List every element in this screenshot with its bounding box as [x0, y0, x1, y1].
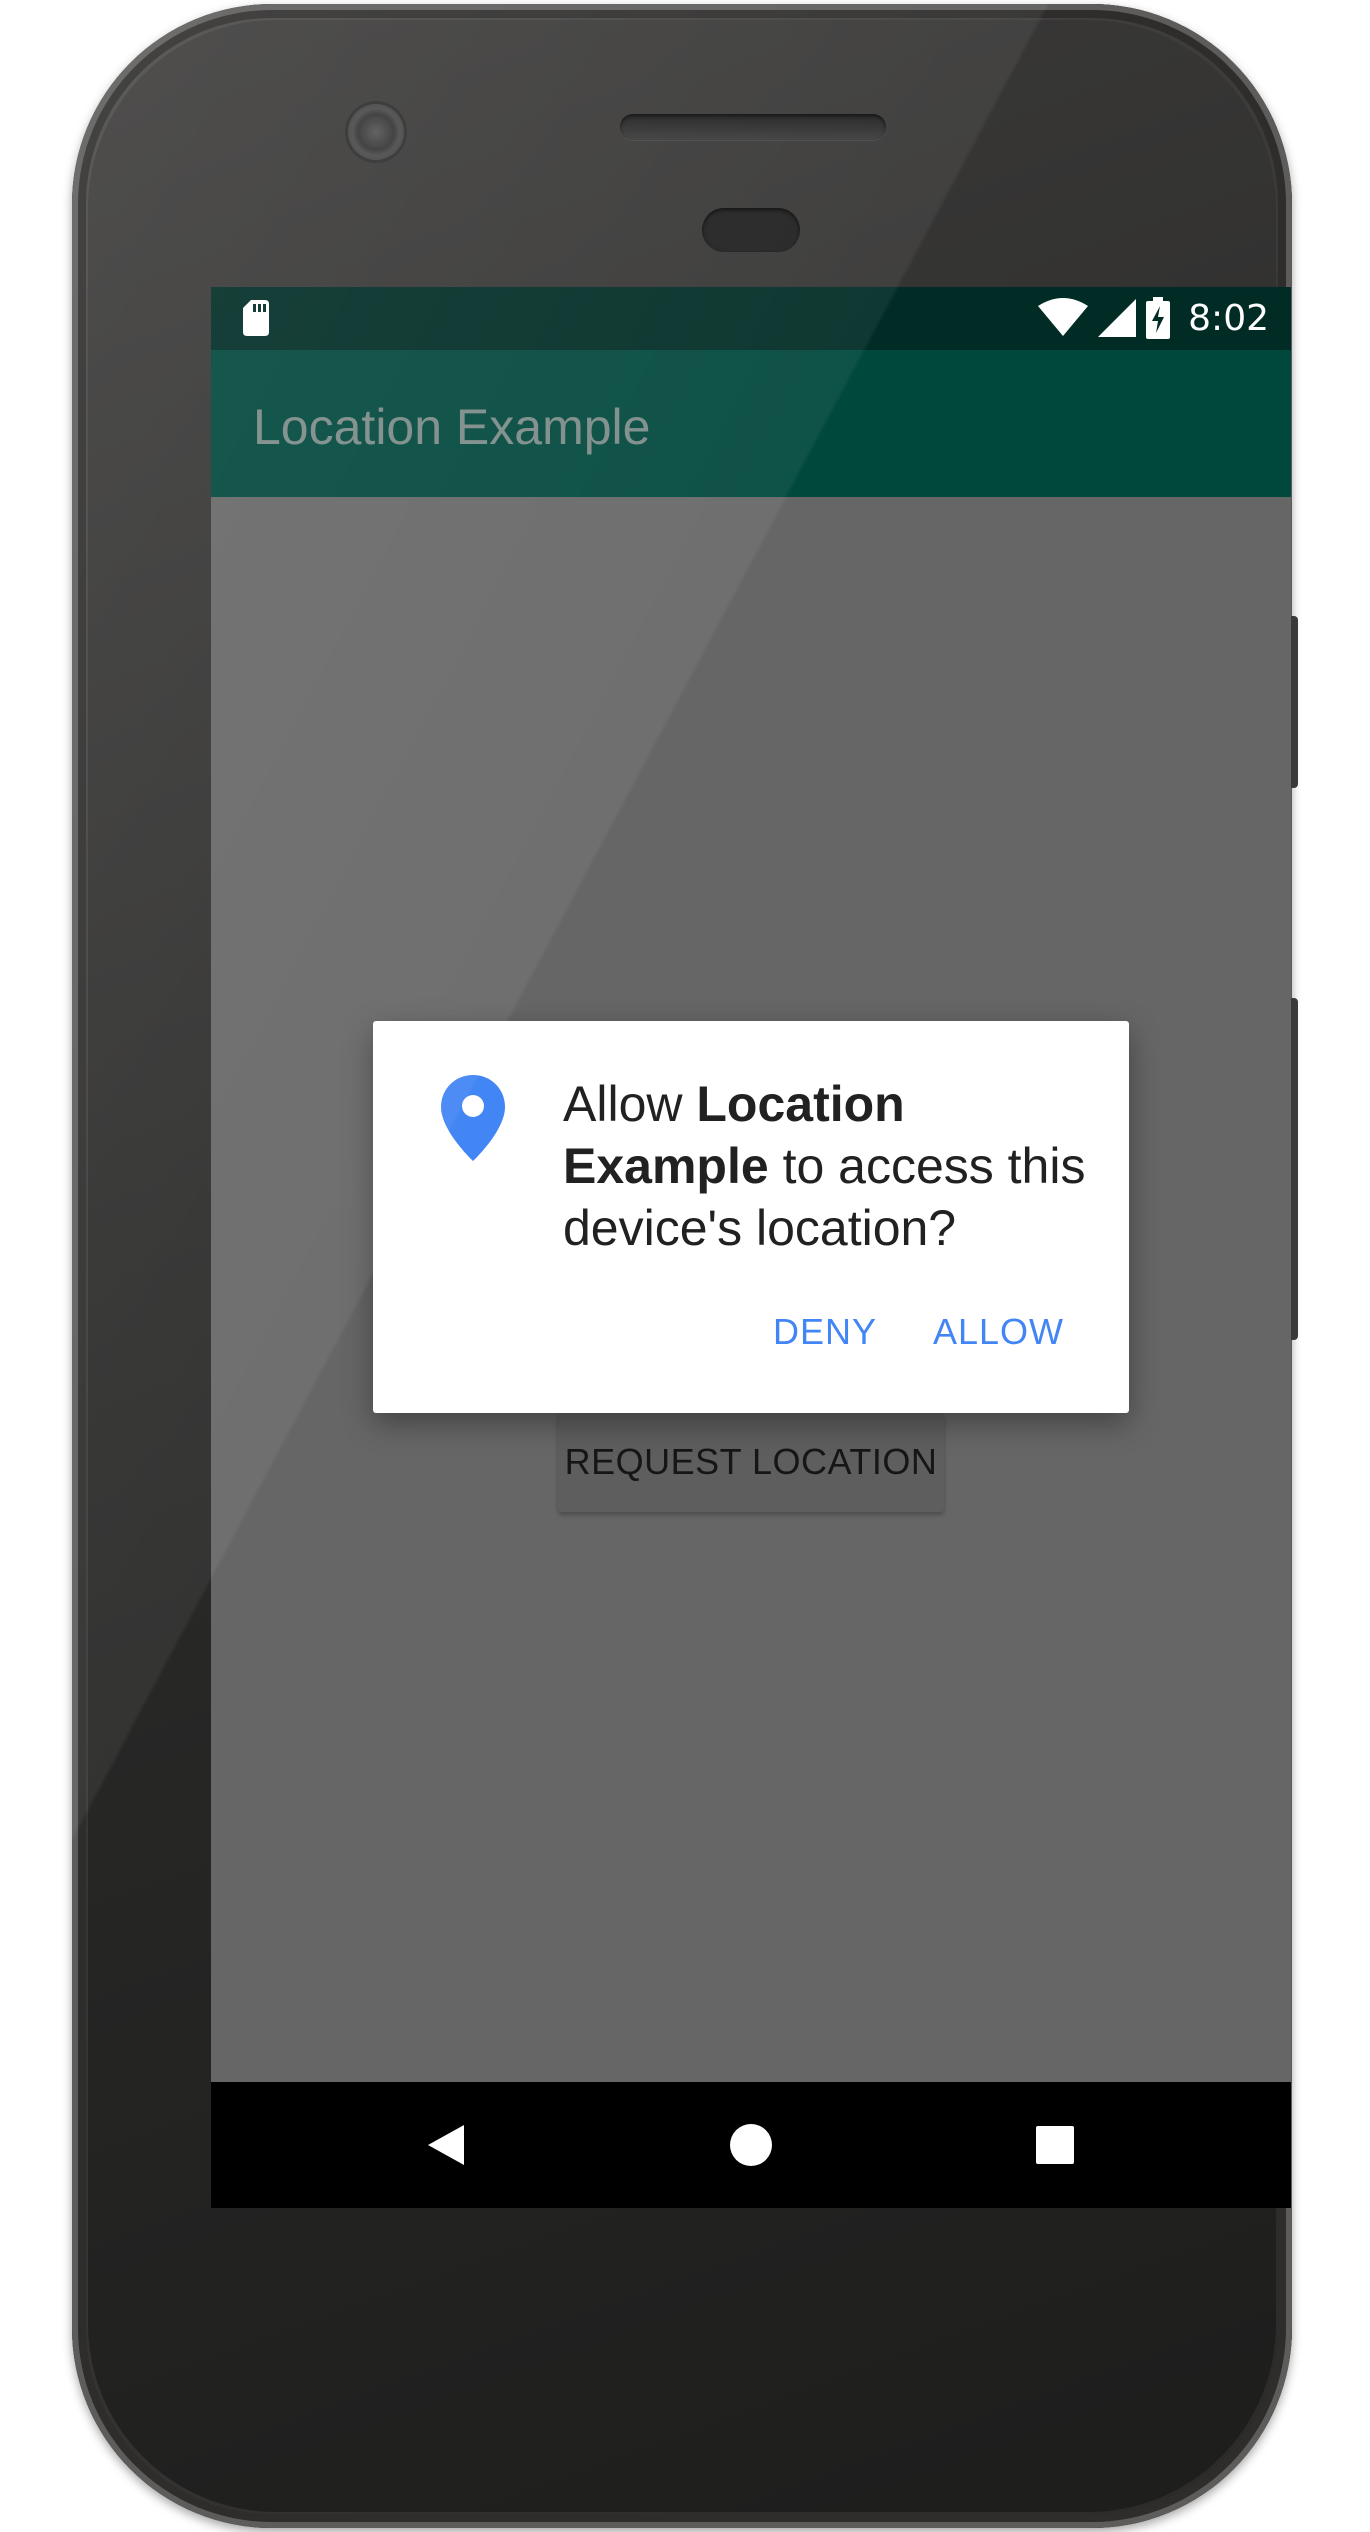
cell-signal-icon — [1098, 299, 1137, 337]
sd-card-icon — [243, 300, 269, 336]
dialog-message: Allow Location Example to access this de… — [563, 1073, 1093, 1259]
deny-button[interactable]: DENY — [773, 1311, 877, 1353]
permission-dialog: Allow Location Example to access this de… — [373, 1021, 1129, 1413]
status-time: 8:02 — [1188, 297, 1269, 339]
location-pin-icon — [441, 1075, 505, 1161]
wifi-icon — [1038, 298, 1089, 336]
app-title: Location Example — [253, 399, 651, 455]
battery-charging-icon — [1146, 297, 1171, 339]
nav-back[interactable] — [421, 2120, 471, 2170]
phone-frame: 8:02 Location Example REQUEST LOCATION A… — [72, 4, 1298, 2528]
earpiece-speaker — [620, 114, 886, 140]
navigation-bar — [211, 2082, 1291, 2208]
dialog-message-prefix: Allow — [563, 1076, 697, 1132]
request-location-button[interactable]: REQUEST LOCATION — [558, 1412, 944, 1512]
app-bar: Location Example — [211, 350, 1291, 497]
nav-home[interactable] — [726, 2120, 776, 2170]
proximity-sensor — [702, 208, 800, 252]
back-icon — [428, 2125, 464, 2165]
status-icons: 8:02 — [1038, 295, 1269, 341]
front-camera — [348, 104, 404, 160]
allow-button[interactable]: ALLOW — [933, 1311, 1064, 1353]
screen: 8:02 Location Example REQUEST LOCATION A… — [211, 287, 1291, 2208]
home-icon — [730, 2124, 772, 2166]
recents-icon — [1036, 2126, 1074, 2164]
status-bar: 8:02 — [211, 287, 1291, 350]
nav-recents[interactable] — [1030, 2120, 1080, 2170]
